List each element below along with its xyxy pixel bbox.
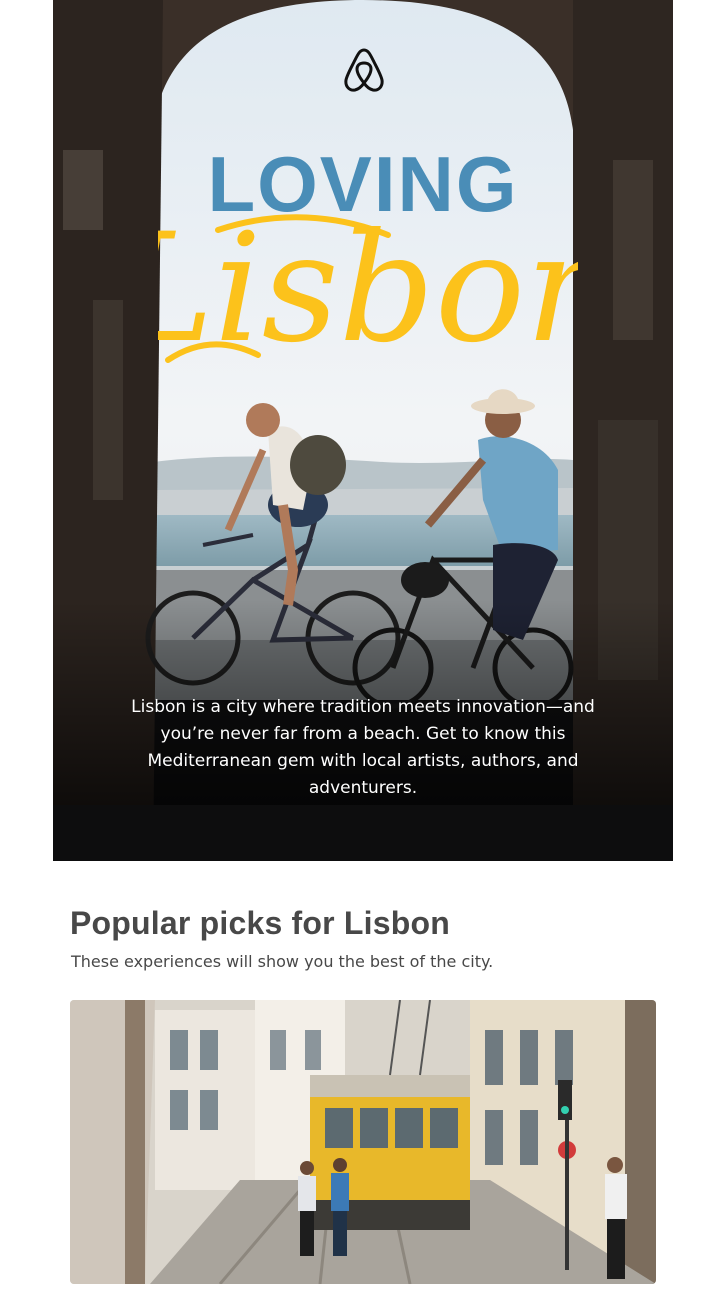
experience-card-tram[interactable]: [70, 1000, 656, 1284]
hero-title-lisbon: Lisbon: [158, 202, 578, 376]
hero-description: Lisbon is a city where tradition meets i…: [131, 697, 595, 798]
tram-street-photo: [70, 1000, 656, 1284]
popular-picks-subtitle: These experiences will show you the best…: [71, 952, 494, 971]
popular-picks-title: Popular picks for Lisbon: [70, 905, 450, 941]
hero-banner[interactable]: LOVING Lisbon Lisbon is a city where tra…: [53, 0, 673, 861]
airbnb-logo-icon[interactable]: [342, 44, 386, 94]
